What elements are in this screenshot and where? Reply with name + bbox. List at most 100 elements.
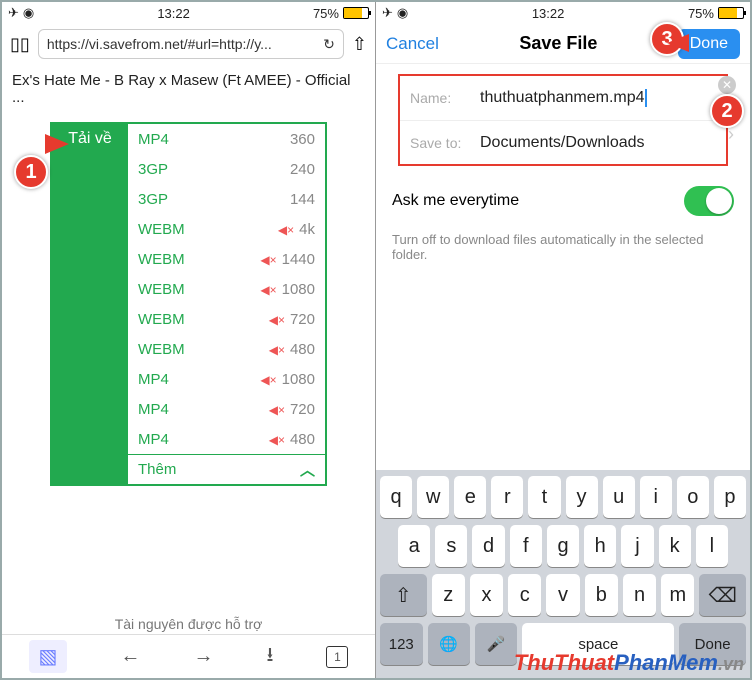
name-row[interactable]: Name: thuthuatphanmem.mp4 [400, 76, 726, 120]
format-label: MP4 [138, 131, 198, 148]
screen-download-options: ✈◉ 13:22 75% ▯▯ https://vi.savefrom.net/… [2, 2, 376, 678]
key-t[interactable]: t [528, 476, 560, 518]
key-s[interactable]: s [435, 525, 467, 567]
back-icon[interactable]: ← [120, 645, 140, 668]
key-mic[interactable]: 🎤 [475, 623, 517, 665]
download-button[interactable]: Tải về [52, 124, 128, 484]
key-o[interactable]: o [677, 476, 709, 518]
format-option[interactable]: WEBM◀×1440 [128, 244, 325, 274]
name-input[interactable]: thuthuatphanmem.mp4 [480, 89, 647, 107]
key-f[interactable]: f [510, 525, 542, 567]
format-label: WEBM [138, 341, 198, 358]
key-e[interactable]: e [454, 476, 486, 518]
no-audio-icon: ◀× [260, 283, 276, 297]
key-v[interactable]: v [546, 574, 579, 616]
status-bar: ✈◉ 13:22 75% [2, 2, 375, 24]
status-time: 13:22 [157, 6, 190, 21]
battery-pct: 75% [688, 6, 714, 21]
key-a[interactable]: a [398, 525, 430, 567]
keyboard: qwertyuiop asdfghjkl ⇧zxcvbnm⌫ 123 🌐 🎤 s… [376, 470, 750, 678]
callout-1-arrow [45, 134, 69, 154]
format-option[interactable]: WEBM◀×4k [128, 214, 325, 244]
key-q[interactable]: q [380, 476, 412, 518]
dialog-title: Save File [519, 33, 597, 54]
key-h[interactable]: h [584, 525, 616, 567]
saveto-row[interactable]: Save to: Documents/Downloads [400, 120, 726, 164]
quality-label: 1440 [282, 251, 315, 268]
format-option[interactable]: MP4 360 [128, 124, 325, 154]
no-audio-icon: ◀× [278, 223, 294, 237]
key-m[interactable]: m [661, 574, 694, 616]
format-label: 3GP [138, 161, 198, 178]
quality-label: 360 [290, 131, 315, 148]
format-label: WEBM [138, 281, 198, 298]
no-audio-icon: ◀× [269, 343, 285, 357]
key-w[interactable]: w [417, 476, 449, 518]
format-label: MP4 [138, 401, 198, 418]
key-k[interactable]: k [659, 525, 691, 567]
airplane-icon: ✈ [8, 5, 19, 21]
downloads-icon[interactable]: ⭳ [266, 640, 273, 674]
key-backspace[interactable]: ⌫ [699, 574, 746, 616]
key-r[interactable]: r [491, 476, 523, 518]
file-fields-highlight: Name: thuthuatphanmem.mp4 Save to: Docum… [398, 74, 728, 166]
key-123[interactable]: 123 [380, 623, 422, 665]
quality-label: 144 [290, 191, 315, 208]
quality-label: 720 [290, 311, 315, 328]
key-space[interactable]: space [522, 623, 674, 665]
share-icon[interactable]: ⇧ [352, 34, 367, 55]
format-option[interactable]: MP4◀×1080 [128, 364, 325, 394]
key-g[interactable]: g [547, 525, 579, 567]
quality-label: 1080 [282, 281, 315, 298]
callout-2: 2 [710, 94, 744, 128]
key-shift[interactable]: ⇧ [380, 574, 427, 616]
files-icon[interactable]: ▧ [29, 640, 68, 673]
format-label: WEBM [138, 251, 198, 268]
quality-label: 4k [299, 221, 315, 238]
key-u[interactable]: u [603, 476, 635, 518]
no-audio-icon: ◀× [269, 403, 285, 417]
format-option[interactable]: WEBM ◀× 1080 [128, 274, 325, 304]
format-option[interactable]: 3GP 144 [128, 184, 325, 214]
key-j[interactable]: j [621, 525, 653, 567]
key-globe[interactable]: 🌐 [428, 623, 470, 665]
saveto-value: Documents/Downloads [480, 134, 645, 152]
key-i[interactable]: i [640, 476, 672, 518]
no-audio-icon: ◀× [269, 313, 285, 327]
ask-everytime-toggle[interactable] [684, 186, 734, 216]
key-y[interactable]: y [566, 476, 598, 518]
cancel-button[interactable]: Cancel [386, 34, 439, 54]
format-option[interactable]: MP4◀×720 [128, 394, 325, 424]
supported-resources-text: Tài nguyên được hỗ trợ [2, 616, 375, 632]
format-label: WEBM [138, 311, 198, 328]
no-audio-icon: ◀× [260, 373, 276, 387]
format-option[interactable]: MP4◀×480 [128, 424, 325, 454]
key-b[interactable]: b [585, 574, 618, 616]
key-n[interactable]: n [623, 574, 656, 616]
key-l[interactable]: l [696, 525, 728, 567]
quality-label: 480 [290, 431, 315, 448]
key-x[interactable]: x [470, 574, 503, 616]
url-field[interactable]: https://vi.savefrom.net/#url=http://y...… [38, 29, 344, 59]
format-option[interactable]: WEBM◀×480 [128, 334, 325, 364]
key-z[interactable]: z [432, 574, 465, 616]
reload-icon[interactable]: ↻ [323, 36, 335, 53]
screen-save-file: ✈◉ 13:22 75% Cancel Save File Done Name:… [376, 2, 750, 678]
format-label: 3GP [138, 191, 198, 208]
more-button[interactable]: Thêm︿ [128, 454, 325, 484]
forward-icon[interactable]: → [193, 645, 213, 668]
format-option[interactable]: 3GP240 [128, 154, 325, 184]
key-done[interactable]: Done [679, 623, 746, 665]
save-file-header: Cancel Save File Done [376, 24, 750, 64]
format-option[interactable]: WEBM ◀× 720 [128, 304, 325, 334]
status-time: 13:22 [532, 6, 565, 21]
key-p[interactable]: p [714, 476, 746, 518]
download-panel: Tải về MP43603GP2403GP144WEBM◀×4kWEBM◀×1… [50, 122, 327, 486]
chevron-up-icon: ︿ [300, 459, 315, 480]
tabs-button[interactable]: 1 [326, 646, 348, 668]
key-d[interactable]: d [472, 525, 504, 567]
format-label: MP4 [138, 431, 198, 448]
clear-name-icon[interactable]: ✕ [718, 76, 736, 94]
bookmarks-icon[interactable]: ▯▯ [10, 34, 30, 55]
key-c[interactable]: c [508, 574, 541, 616]
